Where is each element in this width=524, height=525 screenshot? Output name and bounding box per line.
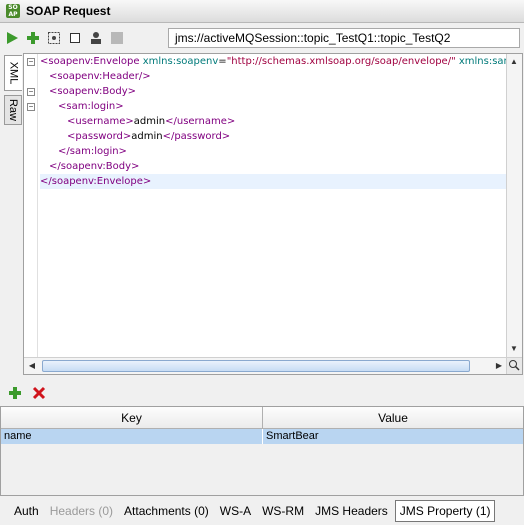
xml-tag: <soapenv:Envelope (40, 56, 140, 67)
xml-line: <soapenv:Header/> (40, 69, 507, 84)
xml-tag: </soapenv:Body> (49, 161, 140, 172)
fold-gutter: − − − (24, 54, 38, 357)
endpoint-field[interactable]: jms://activeMQSession::topic_TestQ1::top… (168, 28, 520, 48)
column-header-key[interactable]: Key (1, 407, 263, 428)
delete-property-icon[interactable] (30, 384, 48, 402)
xml-text: admin (131, 131, 163, 142)
fold-toggle-login[interactable]: − (27, 103, 35, 111)
xml-attr: xmlns:sam (458, 56, 507, 67)
zoom-icon[interactable] (506, 357, 522, 374)
xml-tag: <soapenv:Body> (49, 86, 137, 97)
user-icon[interactable] (87, 29, 105, 47)
disabled-square-icon[interactable] (108, 29, 126, 47)
title-bar: SO AP SOAP Request (0, 0, 524, 23)
cell-value[interactable]: SmartBear (263, 429, 523, 444)
editor-tabs: XML Raw (4, 55, 24, 125)
table-row[interactable]: name SmartBear (1, 429, 523, 444)
jms-properties-table: Key Value name SmartBear (0, 406, 524, 496)
tab-ws-rm[interactable]: WS-RM (258, 501, 308, 521)
tab-ws-a[interactable]: WS-A (216, 501, 255, 521)
cell-key[interactable]: name (1, 429, 263, 444)
fold-toggle-body[interactable]: − (27, 88, 35, 96)
xml-line: <username>admin</username> (40, 114, 507, 129)
tab-raw[interactable]: Raw (4, 95, 22, 125)
request-bottom-tabs: Auth Headers (0) Attachments (0) WS-A WS… (0, 499, 524, 523)
scroll-down-icon[interactable]: ▼ (507, 342, 521, 356)
xml-editor[interactable]: − − − <soapenv:Envelope xmlns:soapenv="h… (23, 53, 523, 375)
properties-toolbar (6, 384, 54, 402)
stop-icon[interactable] (66, 29, 84, 47)
column-header-value[interactable]: Value (263, 407, 523, 428)
xml-code[interactable]: <soapenv:Envelope xmlns:soapenv="http://… (40, 54, 507, 357)
run-icon[interactable] (3, 29, 21, 47)
add-icon[interactable] (24, 29, 42, 47)
window-title: SOAP Request (26, 4, 111, 18)
tab-xml[interactable]: XML (4, 55, 22, 91)
scroll-up-icon[interactable]: ▲ (507, 55, 521, 69)
add-property-icon[interactable] (6, 384, 24, 402)
xml-line: </sam:login> (40, 144, 507, 159)
vertical-scrollbar[interactable]: ▲ ▼ (506, 54, 522, 357)
tab-jms-headers[interactable]: JMS Headers (311, 501, 392, 521)
xml-line: <password>admin</password> (40, 129, 507, 144)
fold-toggle-envelope[interactable]: − (27, 58, 35, 66)
xml-line: <sam:login> (40, 99, 507, 114)
xml-tag: </password> (162, 131, 231, 142)
tab-jms-property[interactable]: JMS Property (1) (394, 500, 496, 522)
horizontal-scroll-thumb[interactable] (42, 360, 470, 372)
xml-line: <soapenv:Body> (40, 84, 507, 99)
xml-tag: </username> (165, 116, 236, 127)
xml-eq: = (218, 56, 227, 67)
xml-text: admin (133, 116, 166, 127)
xml-tag: <soapenv:Header/> (49, 71, 151, 82)
horizontal-scrollbar[interactable]: ◀ ▶ (24, 357, 507, 374)
xml-tag: <sam:login> (58, 101, 124, 112)
xml-attr: xmlns:soapenv (139, 56, 219, 67)
xml-tag: <password> (67, 131, 132, 142)
xml-tag: </soapenv:Envelope> (40, 176, 152, 187)
settings-icon[interactable] (45, 29, 63, 47)
table-header: Key Value (1, 407, 523, 429)
xml-tag: <username> (67, 116, 134, 127)
tab-headers[interactable]: Headers (0) (46, 501, 117, 521)
table-empty-area (1, 444, 523, 495)
xml-tag: </sam:login> (58, 146, 127, 157)
tab-xml-label: XML (7, 61, 20, 85)
scroll-right-icon[interactable]: ▶ (492, 359, 506, 373)
xml-line: <soapenv:Envelope xmlns:soapenv="http://… (40, 54, 507, 69)
tab-attachments[interactable]: Attachments (0) (120, 501, 213, 521)
xml-value: "http://schemas.xmlsoap.org/soap/envelop… (226, 56, 456, 67)
tab-auth[interactable]: Auth (10, 501, 43, 521)
tab-raw-label: Raw (7, 98, 20, 122)
xml-line-current: </soapenv:Envelope> (40, 174, 507, 189)
soapui-logo-icon: SO AP (6, 4, 20, 18)
xml-line: </soapenv:Body> (40, 159, 507, 174)
scroll-left-icon[interactable]: ◀ (25, 359, 39, 373)
